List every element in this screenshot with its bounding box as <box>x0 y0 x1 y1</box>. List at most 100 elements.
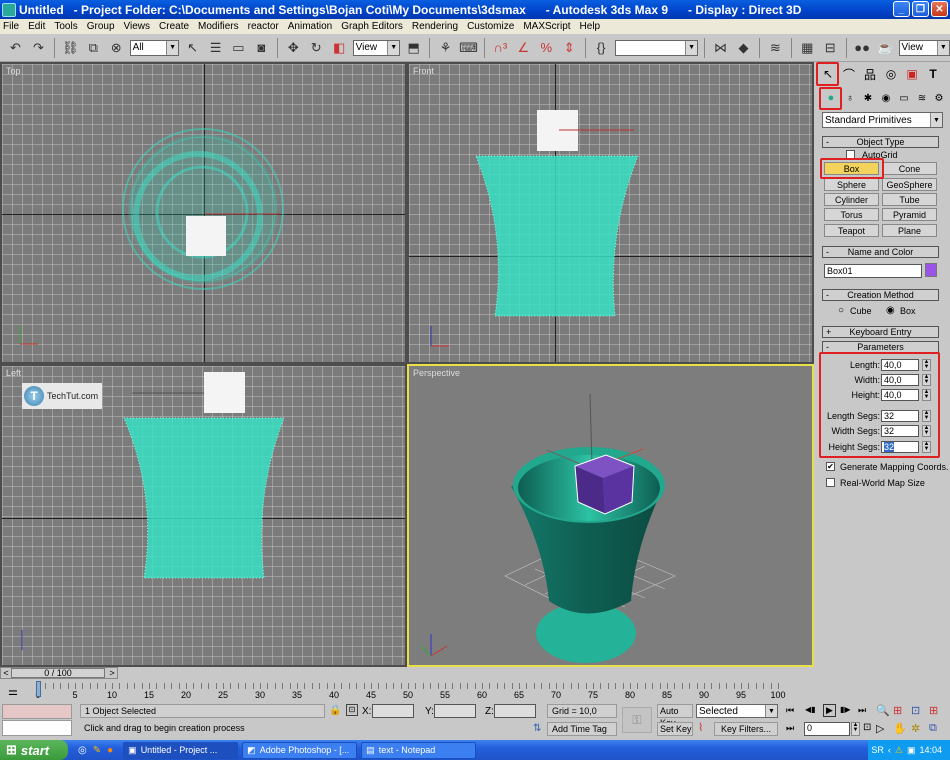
select-and-rotate-icon[interactable]: ↻ <box>307 38 326 58</box>
modify-tab-icon[interactable]: ⌒ <box>839 65 859 83</box>
show-hidden-icons-icon[interactable]: ‹ <box>888 745 891 755</box>
geosphere-button[interactable]: GeoSphere <box>882 178 937 191</box>
time-tag-icon[interactable]: ⇅ <box>533 723 541 734</box>
redo-icon[interactable]: ↷ <box>29 38 48 58</box>
restore-button[interactable]: ❐ <box>912 1 929 17</box>
go-to-end-icon[interactable]: ⏭ <box>858 705 866 716</box>
time-slider-prev[interactable]: < <box>1 668 11 678</box>
current-frame-marker[interactable] <box>36 681 41 697</box>
taskbar-item-3dsmax[interactable]: ▣ Untitled - Project ... <box>123 741 239 759</box>
align-icon[interactable]: ◆ <box>734 38 753 58</box>
quick-launch-firefox-icon[interactable]: ● <box>107 745 113 756</box>
render-view-dropdown[interactable]: View ▼ <box>898 39 950 56</box>
pyramid-button[interactable]: Pyramid <box>882 208 937 221</box>
previous-frame-icon[interactable]: ◀▮ <box>805 705 816 714</box>
menu-animation[interactable]: Animation <box>288 21 332 32</box>
shapes-icon[interactable]: ♁ <box>840 89 860 107</box>
mirror-icon[interactable]: ⋈ <box>711 38 730 58</box>
reference-coordinate-dropdown[interactable]: View ▼ <box>352 39 401 56</box>
window-crossing-icon[interactable]: ◙ <box>252 38 271 58</box>
selection-lock-icon[interactable]: 🔒 <box>329 705 341 716</box>
object-color-swatch[interactable] <box>925 263 937 277</box>
menu-create[interactable]: Create <box>159 21 189 32</box>
maxscript-input-mini[interactable] <box>2 720 72 736</box>
key-mode-dropdown[interactable]: Selected ▼ <box>696 704 778 718</box>
menu-views[interactable]: Views <box>124 21 151 32</box>
select-and-link-icon[interactable]: ⛓ <box>61 38 80 58</box>
edit-named-selection-icon[interactable]: {} <box>592 38 611 58</box>
key-filters-button[interactable]: Key Filters... <box>714 722 778 736</box>
named-selection-dropdown[interactable]: ▼ <box>614 39 699 56</box>
zoom-extents-icon[interactable]: ⊡ <box>911 704 920 717</box>
current-frame-spinner[interactable]: ▲ ▼ <box>851 722 860 736</box>
set-key-button[interactable]: Set Key <box>657 722 693 736</box>
maximize-viewport-icon[interactable]: ⧉ <box>929 722 937 735</box>
zoom-extents-all-icon[interactable]: ⊞ <box>929 704 938 717</box>
box-radio[interactable]: ◉ <box>886 305 895 316</box>
utilities-tab-icon[interactable]: T <box>923 65 943 83</box>
go-to-start-icon[interactable]: ⏮ <box>786 705 794 716</box>
cube-radio[interactable]: ○ <box>838 305 844 316</box>
selection-filter-dropdown[interactable]: All ▼ <box>129 39 180 56</box>
cameras-icon[interactable]: ◉ <box>876 89 896 107</box>
manipulate-icon[interactable]: ⚘ <box>436 38 455 58</box>
menu-rendering[interactable]: Rendering <box>412 21 458 32</box>
viewport-perspective[interactable]: Perspective <box>407 364 814 667</box>
curve-editor-icon[interactable]: ▦ <box>798 38 817 58</box>
play-icon[interactable]: ▶ <box>823 704 836 717</box>
angle-snap-icon[interactable]: ∠ <box>514 38 533 58</box>
minimize-button[interactable]: _ <box>893 1 910 17</box>
torus-button[interactable]: Torus <box>824 208 879 221</box>
zoom-icon[interactable]: 🔍 <box>876 704 890 717</box>
menu-edit[interactable]: Edit <box>28 21 45 32</box>
lights-icon[interactable]: ✱ <box>858 89 878 107</box>
percent-snap-icon[interactable]: % <box>537 38 556 58</box>
taskbar-item-photoshop[interactable]: ◩ Adobe Photoshop - [... <box>242 741 358 759</box>
pan-hand-icon[interactable]: ✋ <box>893 722 907 735</box>
tray-app-icon[interactable]: ▣ <box>907 745 916 756</box>
bind-to-space-warp-icon[interactable]: ⊗ <box>107 38 126 58</box>
viewport-top[interactable]: Top <box>0 62 407 364</box>
menu-reactor[interactable]: reactor <box>248 21 279 32</box>
rollout-creation-method[interactable]: - Creation Method <box>822 289 939 301</box>
select-object-icon[interactable]: ↖ <box>183 38 202 58</box>
material-editor-icon[interactable]: ●● <box>853 38 872 58</box>
z-coordinate-field[interactable] <box>494 704 536 718</box>
motion-tab-icon[interactable]: ◎ <box>881 65 901 83</box>
x-coordinate-field[interactable] <box>372 704 414 718</box>
time-slider-thumb[interactable]: 0 / 100 <box>11 668 105 678</box>
real-world-map-checkbox[interactable] <box>826 478 835 487</box>
layer-manager-icon[interactable]: ≋ <box>766 38 785 58</box>
render-scene-icon[interactable]: ☕ <box>876 38 895 58</box>
menu-modifiers[interactable]: Modifiers <box>198 21 239 32</box>
rectangular-selection-icon[interactable]: ▭ <box>229 38 248 58</box>
primitive-category-dropdown[interactable]: Standard Primitives ▼ <box>822 112 943 128</box>
menu-group[interactable]: Group <box>87 21 115 32</box>
field-of-view-icon[interactable]: ▷ <box>876 722 884 735</box>
language-indicator[interactable]: SR <box>871 745 884 755</box>
set-key-icon[interactable]: ⚿ <box>622 707 652 733</box>
object-name-field[interactable]: Box01 <box>824 264 922 278</box>
generate-mapping-checkbox[interactable]: ✔ <box>826 462 835 471</box>
time-configuration-icon[interactable]: ⊡ <box>863 722 871 733</box>
systems-icon[interactable]: ⚙ <box>929 89 949 107</box>
spinner-snap-icon[interactable]: ⇕ <box>560 38 579 58</box>
mini-curve-editor-icon[interactable]: ⚌ <box>8 685 18 698</box>
3dsmax-app-icon[interactable] <box>2 2 16 17</box>
sphere-button[interactable]: Sphere <box>824 178 879 191</box>
viewport-front[interactable]: Front <box>407 62 814 364</box>
helpers-icon[interactable]: ▭ <box>894 89 914 107</box>
menu-customize[interactable]: Customize <box>467 21 514 32</box>
keyboard-shortcut-override-icon[interactable]: ⌨ <box>459 38 478 58</box>
pivot-center-icon[interactable]: ⬒ <box>404 38 423 58</box>
tube-button[interactable]: Tube <box>882 193 937 206</box>
y-coordinate-field[interactable] <box>434 704 476 718</box>
teapot-button[interactable]: Teapot <box>824 224 879 237</box>
track-bar[interactable]: 0510152025303540455055606570758085909510… <box>35 681 786 700</box>
rollout-name-and-color[interactable]: - Name and Color <box>822 246 939 258</box>
maxscript-listener-mini[interactable] <box>2 704 72 719</box>
menu-graph-editors[interactable]: Graph Editors <box>341 21 403 32</box>
zoom-all-icon[interactable]: ⊞ <box>893 704 902 717</box>
quick-launch-ie-icon[interactable]: ◎ <box>78 745 87 756</box>
schematic-view-icon[interactable]: ⊟ <box>821 38 840 58</box>
